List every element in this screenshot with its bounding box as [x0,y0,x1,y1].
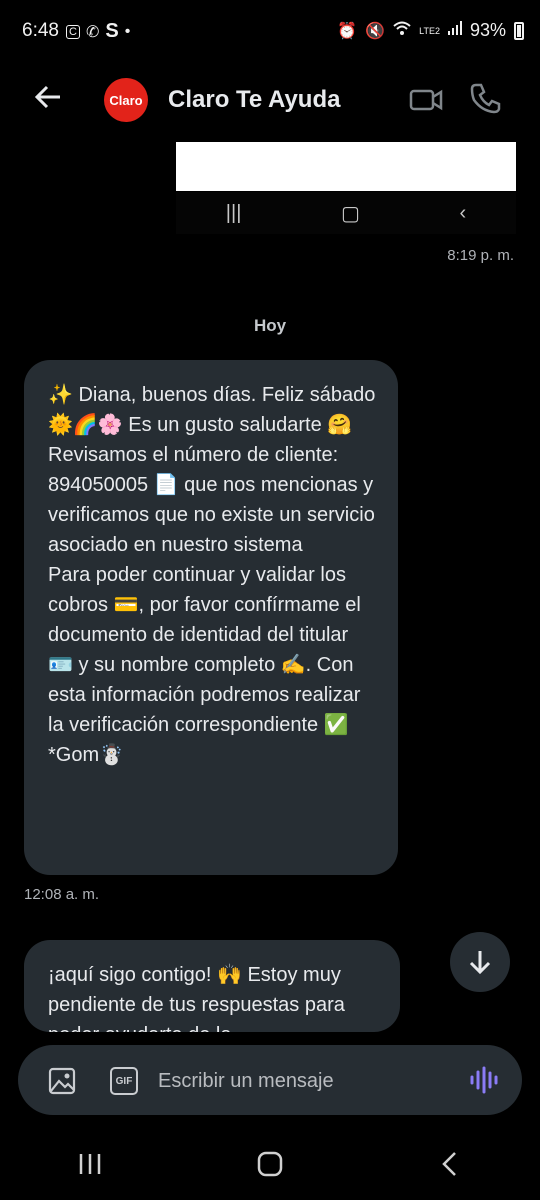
back-chevron-icon: ‹ [459,201,467,224]
message-text: Para poder continuar y validar los cobro… [48,564,361,766]
home-icon [257,1151,283,1177]
carrier-badge-icon: C [66,24,80,39]
message-composer: GIF [18,1045,522,1115]
shared-image-preview[interactable] [176,142,516,191]
shared-image-nav-strip: ||| ▢ ‹ [176,192,516,234]
scroll-to-bottom-button[interactable] [450,932,510,992]
back-button[interactable] [30,82,66,118]
voice-message-icon[interactable] [468,1065,498,1095]
battery-percent: 93% [469,20,506,40]
message-text: ✨ Diana, buenos días. Feliz sábado 🌞🌈🌸 E… [48,384,376,556]
recents-icon: ||| [225,201,242,224]
contact-name[interactable]: Claro Te Ayuda [168,86,340,114]
system-navigation-bar [0,1128,540,1200]
message-input[interactable] [158,1067,458,1095]
message-text: ¡aquí sigo contigo! 🙌 Estoy muy pendient… [48,964,345,1032]
notification-icons: C ✆ S • [66,20,130,43]
battery-icon [514,21,524,40]
s-app-icon: S [105,20,119,42]
message-timestamp: 8:19 p. m. [447,247,514,264]
message-timestamp: 12:08 a. m. [24,886,100,903]
gallery-icon[interactable] [48,1067,76,1095]
arrow-down-icon [469,951,491,975]
claro-logo[interactable]: Claro [104,78,148,122]
recent-apps-icon [79,1154,101,1174]
recent-apps-button[interactable] [0,1128,180,1200]
signal-icon [447,21,462,40]
wifi-icon [393,20,411,41]
phone-call-icon[interactable] [468,80,504,116]
status-time: 6:48 [22,20,59,41]
alarm-icon: ⏰ [337,22,358,40]
back-nav-button[interactable] [360,1128,540,1200]
incoming-message-bubble[interactable]: ¡aquí sigo contigo! 🙌 Estoy muy pendient… [24,940,400,1032]
back-arrow-icon [34,85,60,109]
status-bar: 6:48 C ✆ S • ⏰ 🔇 LTE2 93% [0,0,540,64]
incoming-message-bubble[interactable]: ✨ Diana, buenos días. Feliz sábado 🌞🌈🌸 E… [24,360,398,875]
home-button[interactable] [180,1128,360,1200]
gif-button[interactable]: GIF [110,1067,138,1095]
mute-icon: 🔇 [365,22,386,40]
gif-label: GIF [115,1075,133,1087]
network-label: LTE2 [419,25,440,36]
system-icons: ⏰ 🔇 LTE2 93% [337,20,524,41]
video-call-icon[interactable] [408,82,444,118]
conversation-header: Claro Claro Te Ayuda [0,64,540,134]
logo-text: Claro [109,92,143,108]
day-separator: Hoy [253,316,287,335]
whatsapp-icon: ✆ [85,23,100,41]
dot-icon: • [124,22,131,40]
home-icon: ▢ [341,202,360,225]
back-chevron-icon [442,1152,456,1176]
